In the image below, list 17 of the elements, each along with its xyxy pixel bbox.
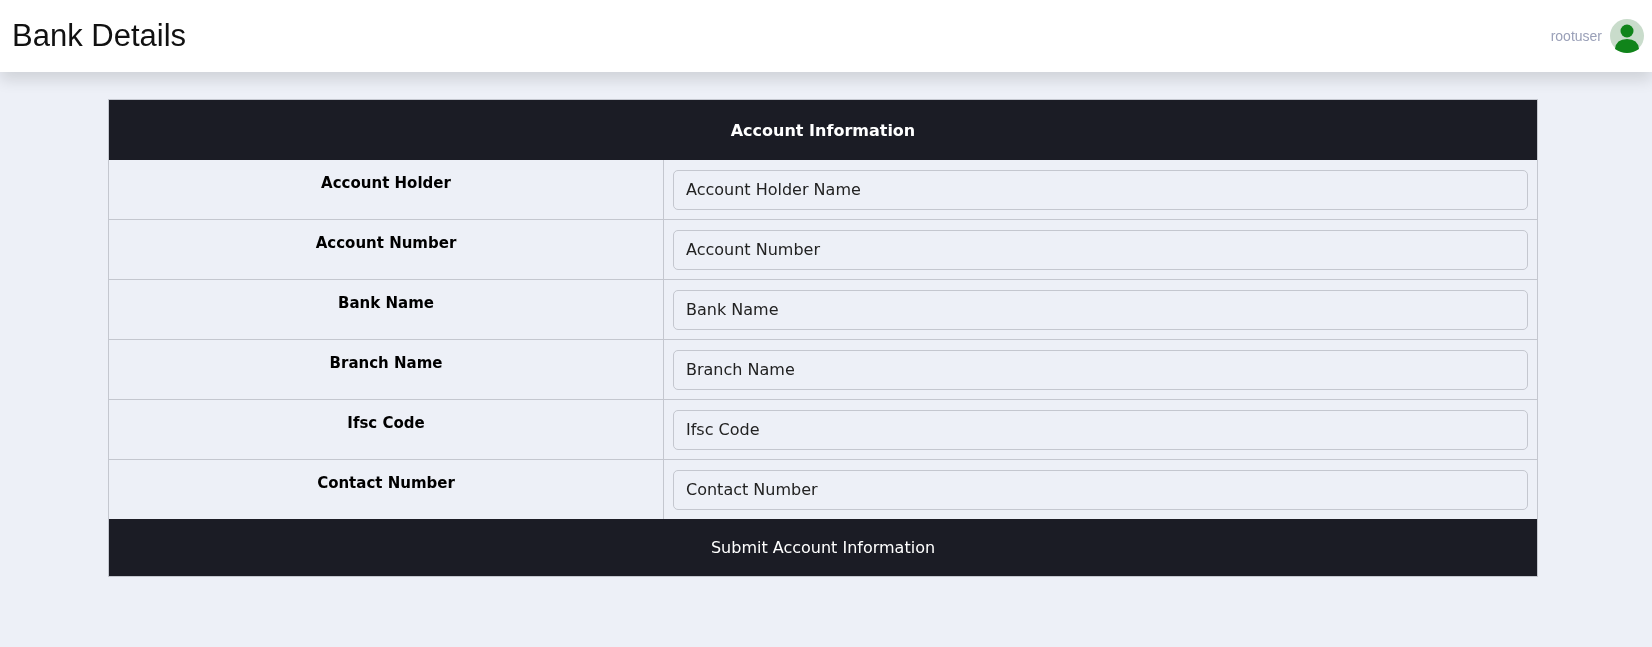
field-label: Branch Name: [329, 354, 443, 374]
field-label: Bank Name: [338, 294, 434, 314]
input-field[interactable]: Account Number: [673, 229, 1528, 270]
input-field[interactable]: Contact Number: [673, 469, 1528, 510]
user-name: rootuser: [1550, 28, 1602, 44]
table-title: Account Information: [109, 100, 1537, 160]
input-field[interactable]: Account Holder Name: [673, 169, 1528, 210]
field-label: Contact Number: [317, 474, 455, 494]
page-title: Bank Details: [12, 18, 187, 54]
field-label: Ifsc Code: [347, 414, 425, 434]
input-field[interactable]: Branch Name: [673, 349, 1528, 390]
input-field[interactable]: Ifsc Code: [673, 409, 1528, 450]
field-label: Account Number: [315, 234, 457, 254]
user-avatar-icon[interactable]: [1610, 19, 1644, 53]
field-label: Account Holder: [321, 174, 451, 194]
input-field[interactable]: Bank Name: [673, 289, 1528, 330]
submit-button[interactable]: Submit Account Information: [109, 519, 1537, 576]
